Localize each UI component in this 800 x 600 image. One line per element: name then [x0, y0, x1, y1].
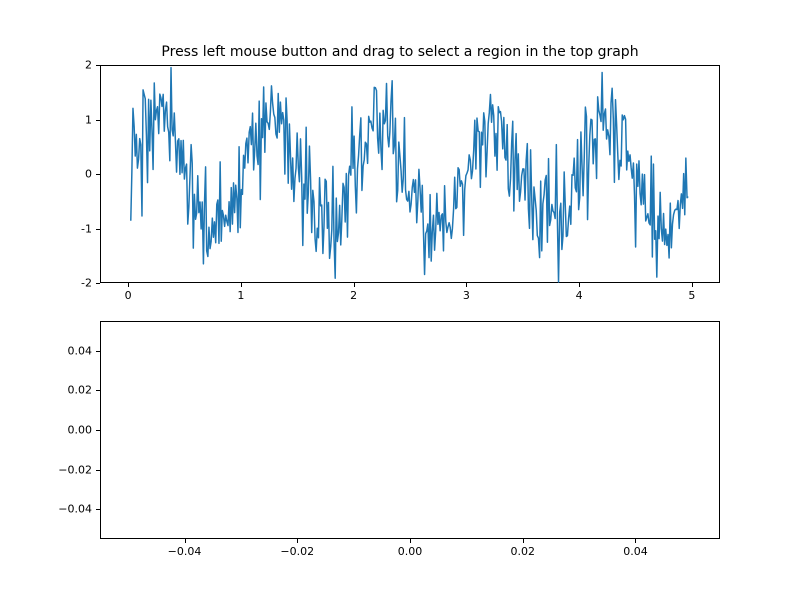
- y-tick-label: 2: [62, 59, 92, 72]
- x-tick-mark: [579, 283, 580, 287]
- y-tick-mark: [96, 351, 100, 352]
- x-tick-label: 4: [576, 289, 583, 302]
- y-tick-mark: [96, 120, 100, 121]
- y-tick-label: -1: [62, 222, 92, 235]
- x-tick-mark: [241, 283, 242, 287]
- y-tick-label: −0.02: [47, 463, 92, 476]
- x-tick-mark: [297, 539, 298, 543]
- x-tick-label: 0: [125, 289, 132, 302]
- x-tick-mark: [466, 283, 467, 287]
- x-tick-label: 0.00: [398, 545, 423, 558]
- y-tick-mark: [96, 229, 100, 230]
- x-tick-mark: [523, 539, 524, 543]
- y-tick-mark: [96, 65, 100, 66]
- y-tick-label: -2: [62, 277, 92, 290]
- bottom-plot-area[interactable]: [100, 321, 720, 539]
- x-tick-label: 1: [237, 289, 244, 302]
- x-tick-mark: [128, 283, 129, 287]
- x-tick-label: 0.02: [510, 545, 535, 558]
- y-tick-label: 1: [62, 113, 92, 126]
- y-tick-label: 0.04: [47, 344, 92, 357]
- x-tick-mark: [635, 539, 636, 543]
- y-tick-mark: [96, 283, 100, 284]
- y-tick-mark: [96, 430, 100, 431]
- y-tick-mark: [96, 390, 100, 391]
- y-tick-mark: [96, 470, 100, 471]
- x-tick-label: 0.04: [623, 545, 648, 558]
- top-plot-area[interactable]: [100, 65, 720, 283]
- noisy-sine-line: [101, 66, 719, 282]
- x-tick-label: 3: [463, 289, 470, 302]
- x-tick-mark: [354, 283, 355, 287]
- x-tick-mark: [692, 283, 693, 287]
- x-tick-label: 5: [688, 289, 695, 302]
- x-tick-mark: [410, 539, 411, 543]
- y-tick-mark: [96, 174, 100, 175]
- zoom-line: [101, 322, 719, 538]
- x-tick-label: 2: [350, 289, 357, 302]
- y-tick-label: 0: [62, 168, 92, 181]
- x-tick-mark: [185, 539, 186, 543]
- figure: Press left mouse button and drag to sele…: [0, 0, 800, 600]
- x-tick-label: −0.02: [280, 545, 314, 558]
- y-tick-label: −0.04: [47, 503, 92, 516]
- y-tick-label: 0.02: [47, 384, 92, 397]
- x-tick-label: −0.04: [168, 545, 202, 558]
- y-tick-mark: [96, 509, 100, 510]
- y-tick-label: 0.00: [47, 424, 92, 437]
- plot-title: Press left mouse button and drag to sele…: [0, 44, 800, 60]
